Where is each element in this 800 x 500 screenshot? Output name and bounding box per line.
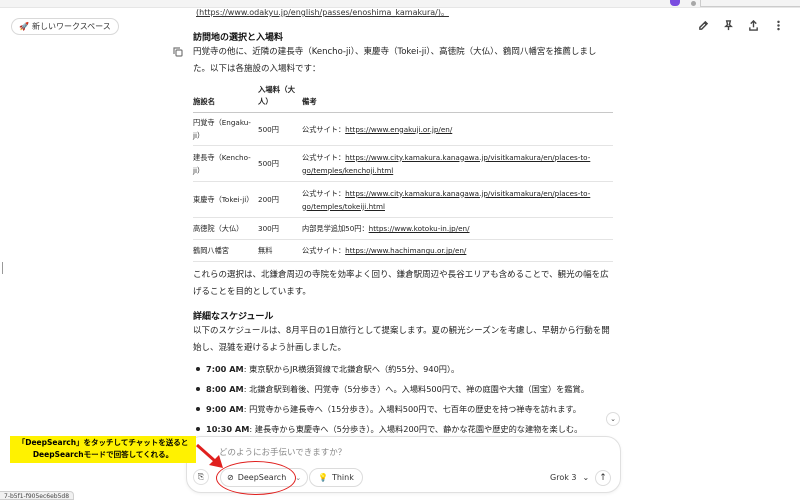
paperclip-icon: ⎘ [197,472,205,481]
message-input[interactable]: どのようにお手伝いできますか？ [219,446,346,458]
pin-icon[interactable] [723,20,734,31]
list-item: 9:00 AM: 円覚寺から建長寺へ（15分歩き）。入場料500円で、七百年の歴… [193,399,623,419]
chevron-down-icon: ⌄ [610,415,616,423]
intro-paragraph: 円覚寺の他に、近隣の建長寺（Kencho-ji）、東慶寺（Tokei-ji）、高… [193,47,597,74]
lightbulb-icon: 💡 [318,473,328,482]
facility-name: 建長寺（Kencho-ji） [193,145,258,182]
share-icon[interactable] [748,20,759,31]
new-workspace-button[interactable]: 🚀 新しいワークスペース [11,18,119,35]
copy-icon[interactable] [173,47,183,57]
facility-fee: 無料 [258,239,302,262]
list-item: 7:00 AM: 東京駅からJR横須賀線で北鎌倉駅へ（約55分、940円）。 [193,359,623,379]
list-item: 8:00 AM: 北鎌倉駅到着後、円覚寺（5分歩き）へ。入場料500円で、禅の庭… [193,379,623,399]
heading-visits: 訪問地の選択と入場料 [193,33,284,43]
facility-link[interactable]: https://www.city.kamakura.kanagawa.jp/vi… [302,153,590,175]
fee-table: 施設名 入場料（大人） 備考 円覚寺（Engaku-ji） 500円 公式サイト… [193,84,613,262]
schedule-list: 7:00 AM: 東京駅からJR横須賀線で北鎌倉駅へ（約55分、940円）。 8… [193,359,623,439]
model-selector[interactable]: Grok 3 ⌄ [550,473,589,482]
schedule-intro: 以下のスケジュールは、8月平日の1日旅行として提案します。夏の観光シーズンを考慮… [193,326,610,353]
odakyu-link[interactable]: (https://www.odakyu.jp/english/passes/en… [196,8,449,17]
facility-note: 公式サイト：https://www.city.kamakura.kanagawa… [302,145,613,182]
table-row: 円覚寺（Engaku-ji） 500円 公式サイト：https://www.en… [193,112,613,146]
facility-link[interactable]: https://www.engakuji.or.jp/en/ [345,125,452,134]
send-button[interactable]: ↑ [595,470,611,486]
url-continuation: (https://www.odakyu.jp/english/passes/en… [196,7,449,18]
annotation-line-2: DeepSearchモードで回答してくれる。 [32,450,174,459]
facility-note: 公式サイト：https://www.city.kamakura.kanagawa… [302,181,613,218]
facility-name: 東慶寺（Tokei-ji） [193,181,258,218]
facility-name: 高徳院（大仏） [193,217,258,240]
scroll-down-button[interactable]: ⌄ [606,412,620,426]
model-label: Grok 3 [550,473,577,482]
attach-button[interactable]: ⎘ [193,469,209,485]
chevron-down-icon[interactable]: ⌄ [295,474,301,482]
facility-fee: 500円 [258,145,302,182]
more-icon[interactable] [773,20,784,31]
table-row: 東慶寺（Tokei-ji） 200円 公式サイト：https://www.cit… [193,181,613,218]
table-row: 鶴岡八幡宮 無料 公式サイト：https://www.hachimangu.or… [193,239,613,262]
facility-fee: 200円 [258,181,302,218]
rocket-icon: 🚀 [19,22,29,31]
annotation-callout: 「DeepSearch」をタッチしてチャットを送ると DeepSearchモード… [10,436,196,463]
annotation-line-1: 「DeepSearch」をタッチしてチャットを送ると [17,438,189,447]
chevron-down-icon: ⌄ [582,473,590,482]
table-row: 建長寺（Kencho-ji） 500円 公式サイト：https://www.ci… [193,145,613,182]
facility-link[interactable]: https://www.kotoku-in.jp/en/ [369,224,470,233]
facility-name: 円覚寺（Engaku-ji） [193,112,258,146]
edit-icon[interactable] [698,20,709,31]
facility-note: 公式サイト：https://www.hachimangu.or.jp/en/ [302,239,613,262]
top-panel-edge [700,0,800,7]
top-dot [691,1,696,6]
table-header-fee: 入場料（大人） [258,84,302,113]
facility-note: 公式サイト：https://www.engakuji.or.jp/en/ [302,112,613,146]
arrow-up-icon: ↑ [599,473,607,483]
annotation-highlight [216,461,296,495]
top-right-toolbar [698,20,784,31]
facility-name: 鶴岡八幡宮 [193,239,258,262]
table-header-name: 施設名 [193,84,258,113]
workspace-label: 新しいワークスペース [31,22,111,31]
facility-fee: 300円 [258,217,302,240]
status-bar: 7-b5f1-f905ec6eb5d8 [0,491,75,500]
think-button[interactable]: 💡 Think [309,468,363,487]
facility-fee: 500円 [258,112,302,146]
table-row: 高徳院（大仏） 300円 内部見学追加50円：https://www.kotok… [193,217,613,240]
heading-schedule: 詳細なスケジュール [193,312,274,322]
after-table-paragraph: これらの選択は、北鎌倉周辺の寺院を効率よく回り、鎌倉駅周辺や長谷エリアも含めるこ… [193,270,609,297]
think-label: Think [331,473,354,482]
sidebar-handle[interactable] [0,262,3,274]
facility-link[interactable]: https://www.hachimangu.or.jp/en/ [345,246,466,255]
table-header-note: 備考 [302,84,613,113]
facility-link[interactable]: https://www.city.kamakura.kanagawa.jp/vi… [302,189,590,211]
facility-note: 内部見学追加50円：https://www.kotoku-in.jp/en/ [302,217,613,240]
top-accent-mark [670,0,680,6]
